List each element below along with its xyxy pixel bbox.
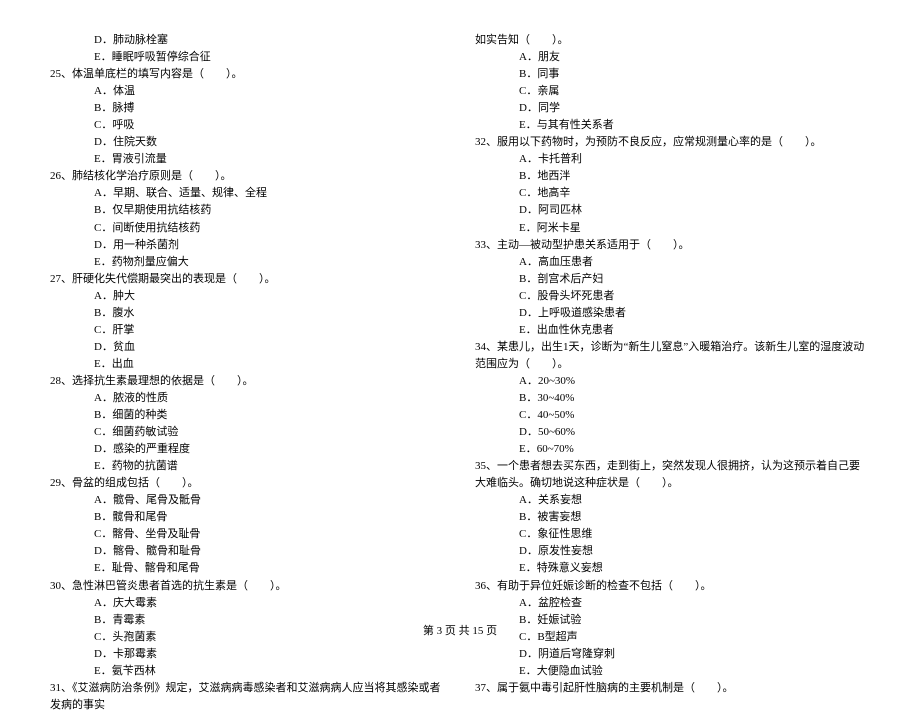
option-item: B．脉搏 xyxy=(50,100,445,117)
question-31-continuation: 如实告知（ ）。 xyxy=(475,32,870,49)
option-item: A．肿大 xyxy=(50,288,445,305)
option-item: C．间断使用抗结核药 xyxy=(50,220,445,237)
option-item: D．50~60% xyxy=(475,424,870,441)
page-footer: 第 3 页 共 15 页 xyxy=(0,622,920,638)
option-item: A．盆腔检查 xyxy=(475,595,870,612)
option-item: E．60~70% xyxy=(475,441,870,458)
option-item: C．髂骨、坐骨及耻骨 xyxy=(50,526,445,543)
option-item: B．髋骨和尾骨 xyxy=(50,509,445,526)
option-item: A．髋骨、尾骨及骶骨 xyxy=(50,492,445,509)
option-item: D．感染的严重程度 xyxy=(50,441,445,458)
right-column: 如实告知（ ）。 A．朋友 B．同事 C．亲属 D．同学 E．与其有性关系者 3… xyxy=(475,32,870,714)
option-item: E．氨苄西林 xyxy=(50,663,445,680)
option-item: E．出血性休克患者 xyxy=(475,322,870,339)
option-item: A．体温 xyxy=(50,83,445,100)
question-26-stem: 26、肺结核化学治疗原则是（ ）。 xyxy=(50,168,445,185)
option-item: B．剖宫术后产妇 xyxy=(475,271,870,288)
option-item: A．高血压患者 xyxy=(475,254,870,271)
option-item: A．朋友 xyxy=(475,49,870,66)
option-item: D．肺动脉栓塞 xyxy=(50,32,445,49)
option-item: E．耻骨、髂骨和尾骨 xyxy=(50,560,445,577)
left-column: D．肺动脉栓塞 E．睡眠呼吸暂停综合征 25、体温单底栏的填写内容是（ ）。 A… xyxy=(50,32,445,714)
option-item: A．脓液的性质 xyxy=(50,390,445,407)
option-item: C．40~50% xyxy=(475,407,870,424)
question-36-stem: 36、有助于异位妊娠诊断的检查不包括（ ）。 xyxy=(475,578,870,595)
option-item: D．卡那霉素 xyxy=(50,646,445,663)
option-item: B．同事 xyxy=(475,66,870,83)
option-item: E．药物的抗菌谱 xyxy=(50,458,445,475)
question-33-stem: 33、主动—被动型护患关系适用于（ ）。 xyxy=(475,237,870,254)
question-31-stem: 31、《艾滋病防治条例》规定，艾滋病病毒感染者和艾滋病病人应当将其感染或者发病的… xyxy=(50,680,445,714)
option-item: E．阿米卡星 xyxy=(475,220,870,237)
question-32-stem: 32、服用以下药物时，为预防不良反应，应常规测量心率的是（ ）。 xyxy=(475,134,870,151)
option-item: E．睡眠呼吸暂停综合征 xyxy=(50,49,445,66)
question-37-stem: 37、属于氨中毒引起肝性脑病的主要机制是（ ）。 xyxy=(475,680,870,697)
option-item: B．细菌的种类 xyxy=(50,407,445,424)
option-item: E．出血 xyxy=(50,356,445,373)
option-item: A．早期、联合、适量、规律、全程 xyxy=(50,185,445,202)
question-27-stem: 27、肝硬化失代偿期最突出的表现是（ ）。 xyxy=(50,271,445,288)
option-item: A．20~30% xyxy=(475,373,870,390)
option-item: B．地西泮 xyxy=(475,168,870,185)
option-item: E．药物剂量应偏大 xyxy=(50,254,445,271)
option-item: D．阿司匹林 xyxy=(475,202,870,219)
option-item: D．上呼吸道感染患者 xyxy=(475,305,870,322)
question-25-stem: 25、体温单底栏的填写内容是（ ）。 xyxy=(50,66,445,83)
option-item: C．肝掌 xyxy=(50,322,445,339)
option-item: D．住院天数 xyxy=(50,134,445,151)
option-item: A．庆大霉素 xyxy=(50,595,445,612)
option-item: D．同学 xyxy=(475,100,870,117)
option-item: D．贫血 xyxy=(50,339,445,356)
option-item: D．原发性妄想 xyxy=(475,543,870,560)
option-item: A．关系妄想 xyxy=(475,492,870,509)
question-35-stem: 35、一个患者想去买东西，走到街上，突然发现人很拥挤，认为这预示着自己要大难临头… xyxy=(475,458,870,492)
option-item: B．仅早期使用抗结核药 xyxy=(50,202,445,219)
option-item: B．30~40% xyxy=(475,390,870,407)
option-item: C．细菌药敏试验 xyxy=(50,424,445,441)
option-item: B．腹水 xyxy=(50,305,445,322)
question-34-stem: 34、某患儿，出生1天，诊断为“新生儿窒息”入暖箱治疗。该新生儿室的湿度波动范围… xyxy=(475,339,870,373)
option-item: C．地高辛 xyxy=(475,185,870,202)
option-item: E．大便隐血试验 xyxy=(475,663,870,680)
question-30-stem: 30、急性淋巴管炎患者首选的抗生素是（ ）。 xyxy=(50,578,445,595)
option-item: D．用一种杀菌剂 xyxy=(50,237,445,254)
option-item: A．卡托普利 xyxy=(475,151,870,168)
question-28-stem: 28、选择抗生素最理想的依据是（ ）。 xyxy=(50,373,445,390)
option-item: E．胃液引流量 xyxy=(50,151,445,168)
option-item: D．阴道后穹隆穿刺 xyxy=(475,646,870,663)
option-item: D．髂骨、髋骨和耻骨 xyxy=(50,543,445,560)
option-item: C．呼吸 xyxy=(50,117,445,134)
option-item: C．象征性思维 xyxy=(475,526,870,543)
option-item: C．亲属 xyxy=(475,83,870,100)
option-item: E．与其有性关系者 xyxy=(475,117,870,134)
option-item: C．股骨头坏死患者 xyxy=(475,288,870,305)
option-item: B．被害妄想 xyxy=(475,509,870,526)
option-item: E．特殊意义妄想 xyxy=(475,560,870,577)
question-29-stem: 29、骨盆的组成包括（ ）。 xyxy=(50,475,445,492)
